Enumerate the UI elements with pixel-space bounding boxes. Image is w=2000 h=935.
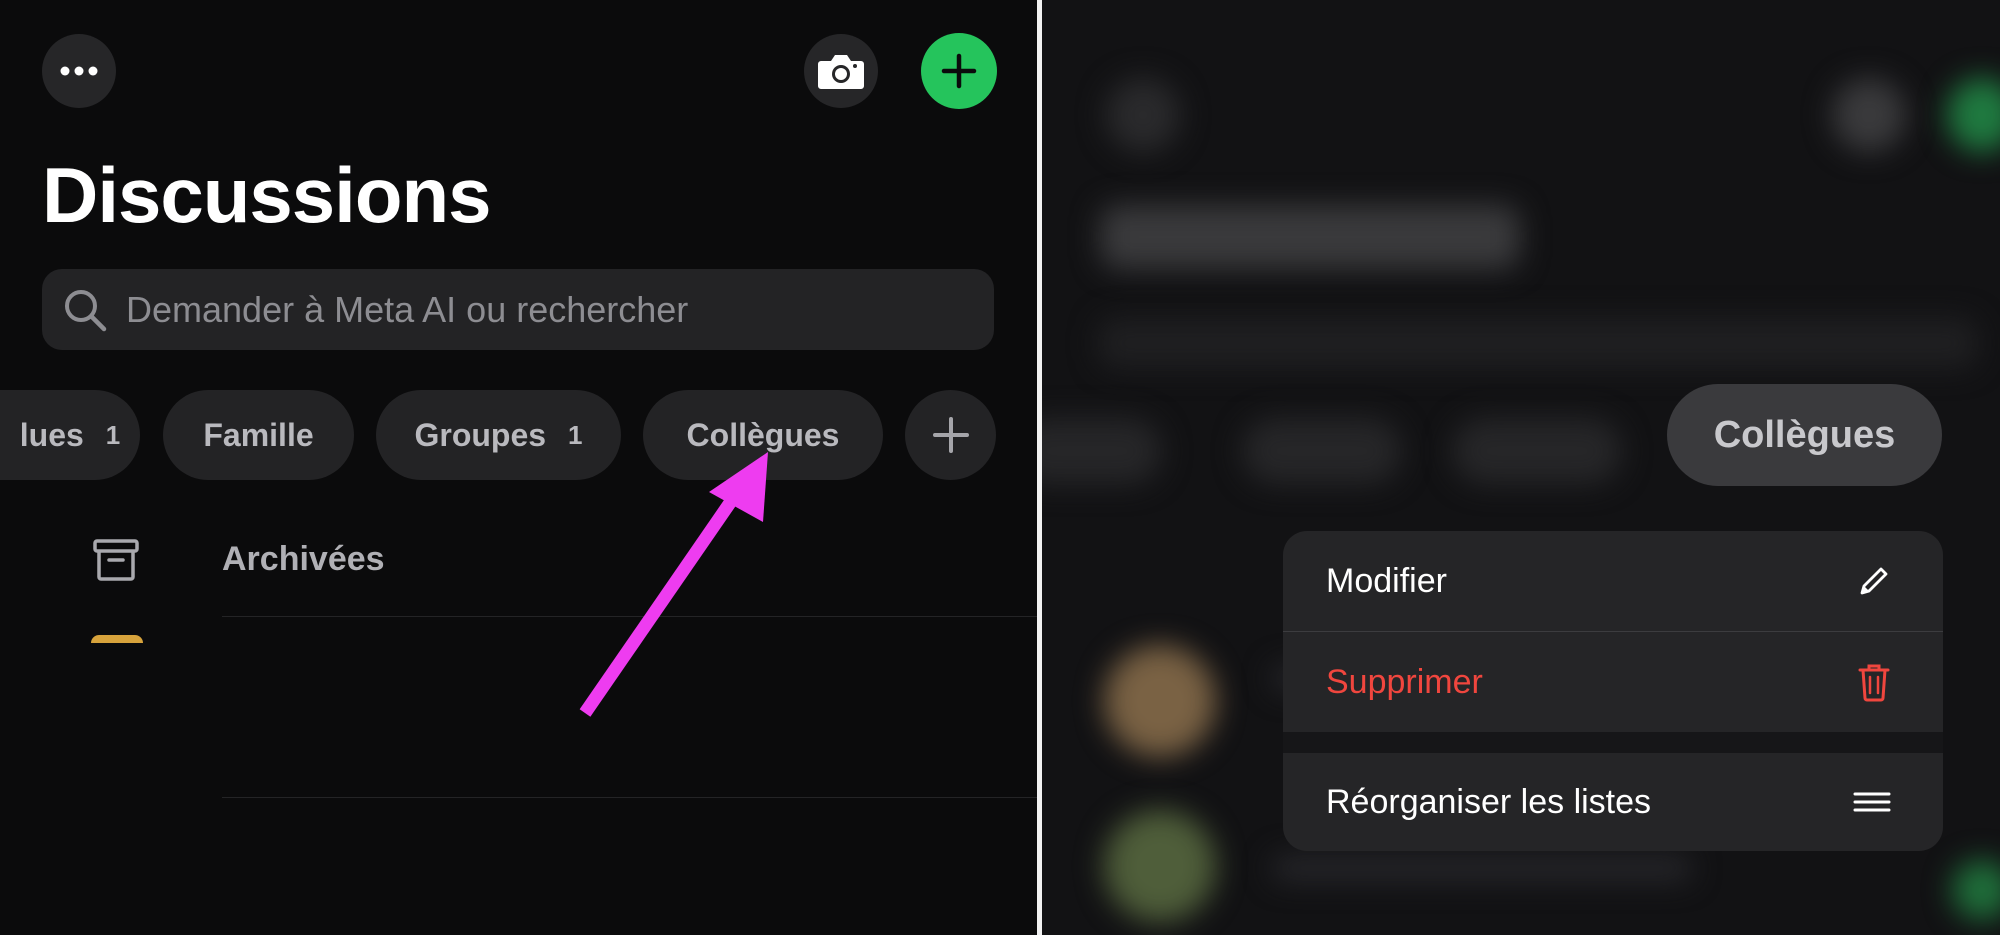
menu-item-label: Réorganiser les listes (1326, 782, 1652, 821)
blurred-search (1098, 318, 1978, 368)
reorder-lines-icon (1853, 792, 1891, 812)
pink-arrow-icon (579, 452, 768, 717)
blurred-text (1272, 855, 1692, 881)
context-menu: Modifier Supprimer Réorganiser les liste… (1283, 531, 1943, 851)
blurred-avatar (1104, 810, 1216, 922)
menu-item-label: Supprimer (1326, 662, 1483, 701)
blurred-more-button (1106, 78, 1180, 152)
blurred-new-chat-button (1947, 78, 2000, 152)
menu-section-gap (1283, 732, 1943, 753)
trash-icon (1858, 664, 1890, 702)
blurred-camera-button (1832, 78, 1906, 152)
blurred-badge (1952, 860, 2000, 920)
blurred-chip (1452, 418, 1622, 484)
menu-item-reorganiser[interactable]: Réorganiser les listes (1283, 753, 1943, 851)
chat-list-screen: Discussions Demander à Meta AI ou recher… (0, 0, 1037, 935)
blurred-title (1100, 205, 1520, 269)
blurred-chip (1042, 418, 1162, 484)
blurred-chip (1242, 418, 1402, 484)
menu-item-supprimer[interactable]: Supprimer (1283, 632, 1943, 732)
selected-list-chip[interactable]: Collègues (1667, 384, 1942, 486)
menu-item-label: Modifier (1326, 561, 1447, 600)
pencil-icon (1860, 567, 1888, 595)
menu-item-modifier[interactable]: Modifier (1283, 531, 1943, 631)
blurred-avatar (1104, 645, 1216, 757)
